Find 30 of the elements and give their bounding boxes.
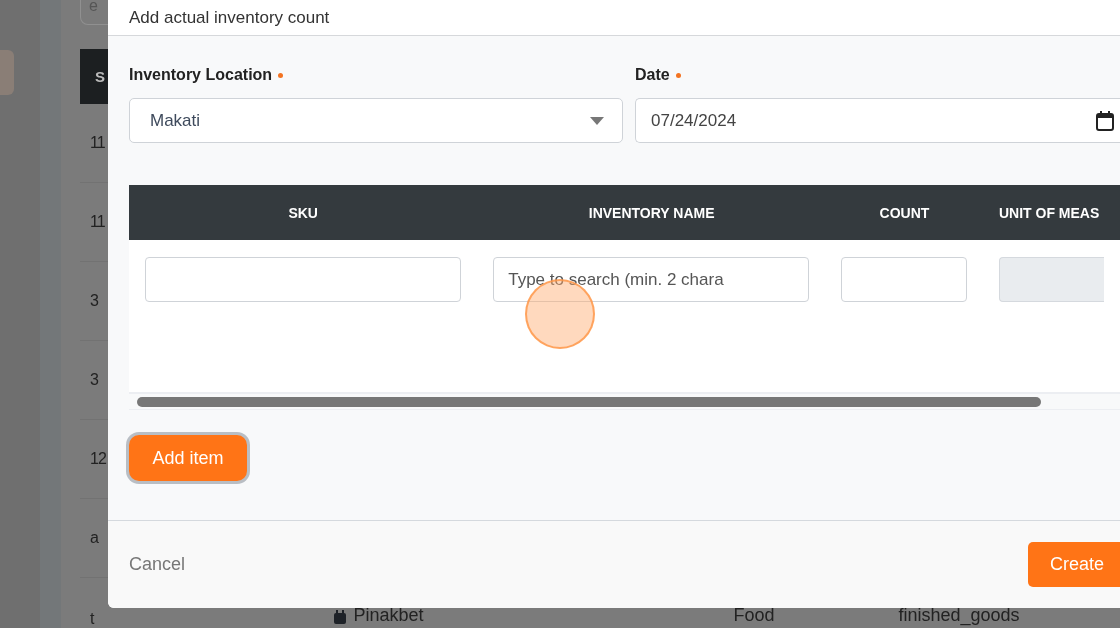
column-header: SKU (288, 204, 318, 221)
horizontal-scrollbar[interactable] (129, 392, 1120, 410)
table-cell-text: Food (733, 605, 776, 626)
table-cell: 12 (90, 450, 106, 468)
sku-field[interactable] (145, 257, 462, 302)
bag-icon (333, 610, 348, 624)
table-cell: 11 (90, 134, 105, 152)
table-cell: a (90, 529, 98, 547)
field-label: Date (635, 66, 670, 84)
column-header: INVENTORY NAME (588, 204, 715, 221)
table-cell: finished_goods (898, 605, 1020, 626)
table-cell: 3 (90, 292, 98, 310)
count-field[interactable] (841, 257, 967, 302)
table-cell: 11 (90, 213, 105, 231)
column-header: S (95, 68, 105, 85)
location-select[interactable]: Makati (129, 98, 623, 143)
column-header: UNIT OF MEAS (998, 204, 1100, 221)
date-field[interactable]: 07/24/2024 (635, 98, 1120, 143)
caret-icon (590, 116, 604, 125)
column-header: COUNT (879, 204, 930, 221)
calendar-icon (1096, 110, 1114, 131)
cancel-link[interactable]: Cancel (129, 554, 186, 575)
dialog-title: Add actual inventory count (129, 7, 330, 28)
add-item-button[interactable]: Add item (129, 435, 247, 481)
create-button[interactable]: Create (1028, 542, 1120, 587)
table-cell-text: Pinakbet (353, 605, 425, 626)
table-cell: t (90, 610, 94, 628)
field-label: Inventory Location (129, 66, 273, 84)
sidebar-item[interactable] (0, 50, 14, 95)
table-cell: 3 (90, 371, 98, 389)
